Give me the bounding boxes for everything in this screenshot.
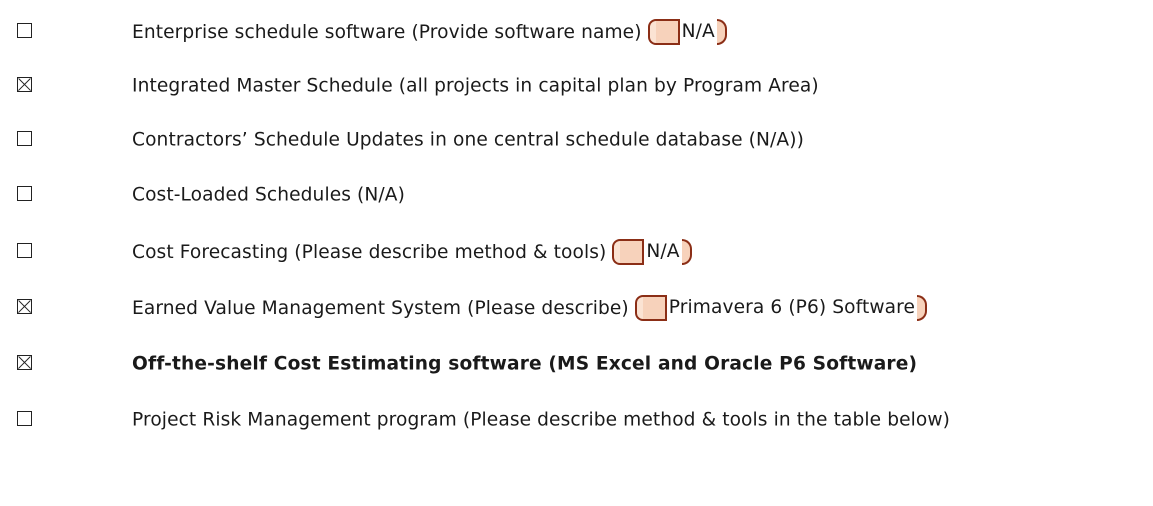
item-text: Cost Forecasting (Please describe method… <box>132 238 692 266</box>
field-value: Primavera 6 (P6) Software <box>668 297 916 318</box>
checklist-item: Enterprise schedule software (Provide so… <box>0 12 1153 52</box>
checkbox[interactable] <box>17 77 32 92</box>
checklist-item: Cost Forecasting (Please describe method… <box>0 232 1153 272</box>
checklist-item: Project Risk Management program (Please … <box>0 400 1153 440</box>
item-label: Off-the-shelf Cost Estimating software (… <box>132 353 918 375</box>
checklist-item: Integrated Master Schedule (all projects… <box>0 66 1153 106</box>
item-text: Off-the-shelf Cost Estimating software (… <box>132 354 917 375</box>
form-field[interactable]: Primavera 6 (P6) Software <box>634 294 928 322</box>
form-field[interactable]: N/A <box>612 238 692 266</box>
item-label: Cost-Loaded Schedules (N/A) <box>132 184 405 206</box>
item-text: Contractors’ Schedule Updates in one cen… <box>132 130 804 151</box>
form-field[interactable]: N/A <box>647 18 727 46</box>
item-text: Enterprise schedule software (Provide so… <box>132 18 727 46</box>
checkbox[interactable] <box>17 299 32 314</box>
item-text: Cost-Loaded Schedules (N/A) <box>132 185 405 206</box>
item-label: Enterprise schedule software (Provide so… <box>132 21 642 43</box>
field-value: N/A <box>646 241 680 262</box>
checkbox[interactable] <box>17 131 32 146</box>
field-value: N/A <box>681 21 715 42</box>
checklist-item: Off-the-shelf Cost Estimating software (… <box>0 344 1153 384</box>
checkbox[interactable] <box>17 355 32 370</box>
checkbox[interactable] <box>17 243 32 258</box>
item-label: Earned Value Management System (Please d… <box>132 297 629 319</box>
item-label: Project Risk Management program (Please … <box>132 409 951 431</box>
item-label: Contractors’ Schedule Updates in one cen… <box>132 129 804 151</box>
item-text: Earned Value Management System (Please d… <box>132 294 928 322</box>
checklist-item: Contractors’ Schedule Updates in one cen… <box>0 120 1153 160</box>
checkbox[interactable] <box>17 186 32 201</box>
item-text: Project Risk Management program (Please … <box>132 410 950 431</box>
item-label: Integrated Master Schedule (all projects… <box>132 75 819 97</box>
checklist-item: Cost-Loaded Schedules (N/A) <box>0 175 1153 215</box>
item-text: Integrated Master Schedule (all projects… <box>132 76 819 97</box>
item-label: Cost Forecasting (Please describe method… <box>132 241 607 263</box>
checklist-item: Earned Value Management System (Please d… <box>0 288 1153 328</box>
checkbox[interactable] <box>17 23 32 38</box>
checkbox[interactable] <box>17 411 32 426</box>
